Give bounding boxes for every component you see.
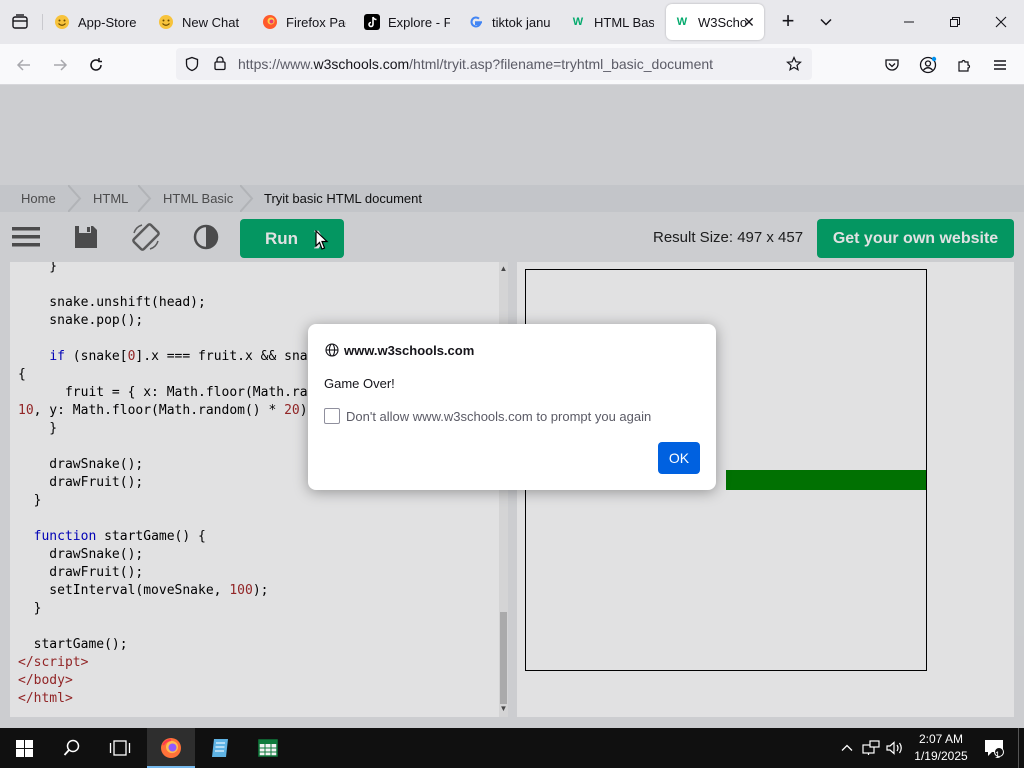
tab-w3schools-active[interactable]: W W3Scho ✕ (666, 4, 764, 40)
url-bar[interactable]: https://www.w3schools.com/html/tryit.asp… (176, 48, 812, 80)
dont-allow-prompts-checkbox[interactable] (324, 408, 340, 424)
bookmark-star-icon[interactable] (786, 56, 802, 77)
tab-label: App-Store (78, 14, 137, 30)
system-clock[interactable]: 2:07 AM 1/19/2025 (905, 731, 977, 765)
notepad-app-icon (212, 739, 228, 757)
tiktok-icon (364, 14, 380, 30)
forward-arrow-icon (54, 59, 68, 71)
back-arrow-icon (16, 59, 30, 71)
chevron-down-icon (820, 18, 832, 26)
windows-taskbar: 2:07 AM 1/19/2025 1 (0, 728, 1024, 768)
tab-explore-tiktok[interactable]: Explore - Fi (356, 4, 458, 40)
close-icon (995, 16, 1007, 28)
tab-strip: App-Store New Chat Firefox Pag Explore -… (0, 0, 1024, 44)
pocket-icon (885, 59, 899, 71)
tab-label: Firefox Pag (286, 14, 346, 30)
taskbar-firefox[interactable] (147, 728, 195, 768)
tab-html-basic[interactable]: W HTML Basi (562, 4, 662, 40)
action-center-button[interactable]: 1 (980, 728, 1008, 768)
list-all-tabs-button[interactable] (812, 8, 840, 36)
puzzle-piece-icon (958, 59, 971, 72)
restore-button[interactable] (932, 0, 978, 44)
firefox-view-button[interactable] (6, 8, 34, 36)
tab-separator (42, 14, 43, 30)
restore-icon (950, 17, 960, 27)
w3schools-icon: W (572, 16, 584, 28)
dialog-message: Game Over! (324, 376, 395, 391)
tab-google-tiktok-search[interactable]: tiktok janu (460, 4, 560, 40)
tab-app-store[interactable]: App-Store (46, 4, 146, 40)
url-path: /html/tryit.asp?filename=tryhtml_basic_d… (409, 56, 714, 72)
extensions-button[interactable] (949, 50, 979, 80)
reload-icon (90, 58, 102, 71)
globe-icon (324, 342, 340, 358)
google-icon (468, 14, 484, 30)
minimize-button[interactable] (886, 0, 932, 44)
dont-allow-prompts-label[interactable]: Don't allow www.w3schools.com to prompt … (346, 409, 651, 424)
reload-button[interactable] (81, 50, 111, 80)
navigation-toolbar: https://www.w3schools.com/html/tryit.asp… (0, 44, 1024, 85)
network-button[interactable] (860, 728, 882, 768)
clock-time: 2:07 AM (918, 732, 964, 746)
show-hidden-icons-button[interactable] (838, 728, 856, 768)
task-view-icon (109, 740, 131, 756)
taskbar-spreadsheet-app[interactable] (244, 728, 292, 768)
tab-firefox-page[interactable]: Firefox Pag (254, 4, 354, 40)
account-avatar-icon (919, 56, 937, 74)
dialog-origin: www.w3schools.com (324, 341, 474, 359)
task-view-button[interactable] (96, 728, 144, 768)
smiley-emoji-icon (54, 14, 70, 30)
search-icon (63, 739, 80, 756)
ok-button[interactable]: OK (658, 442, 700, 474)
tab-label: tiktok janu (492, 14, 551, 30)
tracking-protection-shield-icon[interactable] (184, 56, 200, 77)
tab-label: Explore - Fi (388, 14, 450, 30)
tab-label: New Chat (182, 14, 240, 30)
firefox-view-icon (12, 14, 28, 29)
w3schools-icon: W (676, 16, 688, 28)
windows-logo-icon (15, 739, 33, 757)
firefox-icon (161, 738, 181, 758)
url-text[interactable]: https://www.w3schools.com/html/tryit.asp… (238, 56, 713, 72)
tab-new-chat[interactable]: New Chat (150, 4, 250, 40)
new-tab-button[interactable]: + (774, 8, 802, 36)
show-desktop-button[interactable] (1018, 728, 1024, 768)
dialog-origin-text: www.w3schools.com (344, 342, 475, 358)
url-domain: w3schools.com (313, 56, 410, 72)
pocket-button[interactable] (877, 50, 907, 80)
alert-dialog: www.w3schools.com Game Over! Don't allow… (308, 324, 716, 490)
speaker-volume-icon (886, 741, 902, 755)
notification-count: 1 (995, 750, 1001, 760)
app-menu-button[interactable] (985, 50, 1015, 80)
start-button[interactable] (0, 728, 48, 768)
smiley-emoji-icon (158, 14, 174, 30)
forward-button[interactable] (45, 50, 75, 80)
search-button[interactable] (48, 728, 96, 768)
back-button[interactable] (9, 50, 39, 80)
close-window-button[interactable] (978, 0, 1024, 44)
tab-label: HTML Basi (594, 14, 654, 30)
close-tab-icon[interactable]: ✕ (740, 13, 758, 31)
mouse-cursor-icon (315, 230, 329, 250)
spreadsheet-app-icon (258, 739, 278, 757)
lock-icon[interactable] (212, 55, 228, 76)
firefox-icon (262, 14, 278, 30)
clock-date: 1/19/2025 (914, 749, 968, 763)
chevron-up-icon (841, 744, 853, 751)
taskbar-notepad-app[interactable] (196, 728, 244, 768)
hamburger-menu-icon (994, 60, 1006, 70)
network-icon (862, 740, 880, 755)
notification-icon (985, 740, 1004, 757)
account-button[interactable] (913, 50, 943, 80)
volume-button[interactable] (884, 728, 906, 768)
url-prefix: https://www. (238, 56, 314, 72)
minimize-icon (904, 21, 914, 23)
